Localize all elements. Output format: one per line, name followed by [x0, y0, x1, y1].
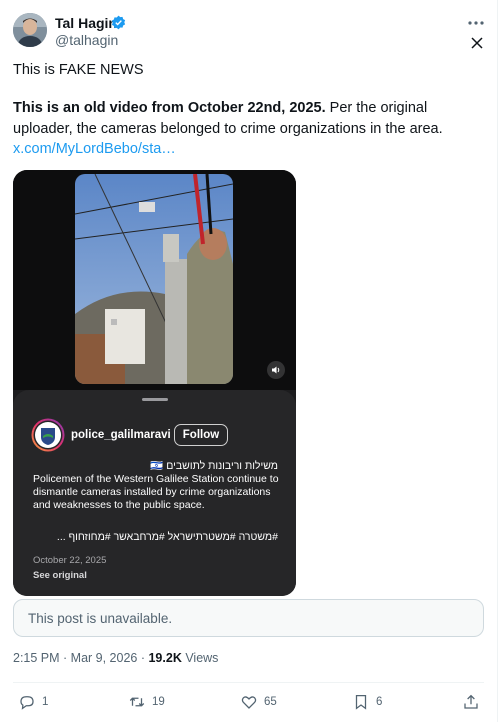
repost-icon: [129, 697, 145, 707]
like-button[interactable]: 65: [240, 692, 277, 712]
author-handle[interactable]: @talhagin: [55, 32, 118, 48]
follow-button[interactable]: Follow: [174, 424, 228, 446]
more-options-icon[interactable]: [466, 13, 486, 33]
caption-hebrew-heading: משילות וריבונות לתושבים 🇮🇱: [150, 460, 278, 472]
embedded-media[interactable]: police_galilmaravi Follow משילות וריבונו…: [13, 170, 296, 596]
views-count: 19.2K: [148, 651, 182, 665]
actions-divider: [13, 682, 484, 683]
tweet-text-line-2: This is an old video from October 22nd, …: [13, 100, 427, 116]
caption-text: Policemen of the Western Galilee Station…: [33, 473, 279, 511]
views-label: Views: [181, 651, 219, 665]
bookmark-button[interactable]: 6: [352, 692, 382, 712]
verified-badge-icon: [111, 15, 126, 30]
share-icon: [464, 694, 478, 709]
caption-hashtags[interactable]: #משטרה #משטרתישראל #מרחבאשר #מחוזחוף ...: [57, 531, 278, 543]
police-logo-avatar[interactable]: [31, 418, 65, 452]
reply-count: 1: [42, 696, 49, 708]
share-button[interactable]: [462, 692, 480, 712]
video-area[interactable]: [13, 170, 296, 390]
tweet-text-line-1: This is FAKE NEWS: [13, 62, 144, 78]
tweet-text-rest: Per the original: [325, 100, 428, 116]
repost-button[interactable]: 19: [128, 692, 165, 712]
instagram-info-sheet: police_galilmaravi Follow משילות וריבונו…: [13, 390, 296, 596]
unavailable-post-notice: This post is unavailable.: [13, 599, 484, 637]
close-icon[interactable]: [470, 36, 484, 50]
sheet-handle[interactable]: [142, 398, 168, 401]
post-card: Tal Hagin @talhagin This is FAKE NEWS Th…: [0, 0, 501, 722]
unavailable-text: This post is unavailable.: [28, 611, 173, 626]
video-thumbnail[interactable]: [75, 174, 233, 384]
author-avatar[interactable]: [13, 13, 47, 47]
speaker-icon: [272, 366, 280, 374]
instagram-post-date: October 22, 2025: [33, 555, 107, 566]
see-original-link[interactable]: See original: [33, 570, 87, 581]
author-name[interactable]: Tal Hagin: [55, 15, 117, 31]
reply-button[interactable]: 1: [18, 692, 48, 712]
heart-icon: [241, 696, 257, 709]
bookmark-count: 6: [376, 696, 383, 708]
bookmark-icon: [355, 694, 367, 710]
tweet-link[interactable]: x.com/MyLordBebo/sta…: [13, 141, 176, 157]
post-meta: 2:15 PM · Mar 9, 2026 · 19.2K Views: [13, 651, 218, 665]
tweet-text-line-3: uploader, the cameras belonged to crime …: [13, 121, 443, 137]
like-count: 65: [264, 696, 277, 708]
mute-toggle[interactable]: [267, 361, 285, 379]
reply-icon: [20, 696, 34, 710]
tweet-text-bold: This is an old video from October 22nd, …: [13, 100, 326, 116]
card-border: [497, 0, 498, 722]
instagram-username[interactable]: police_galilmaravi: [71, 429, 171, 441]
repost-count: 19: [152, 696, 165, 708]
post-timestamp[interactable]: 2:15 PM · Mar 9, 2026 ·: [13, 651, 148, 665]
